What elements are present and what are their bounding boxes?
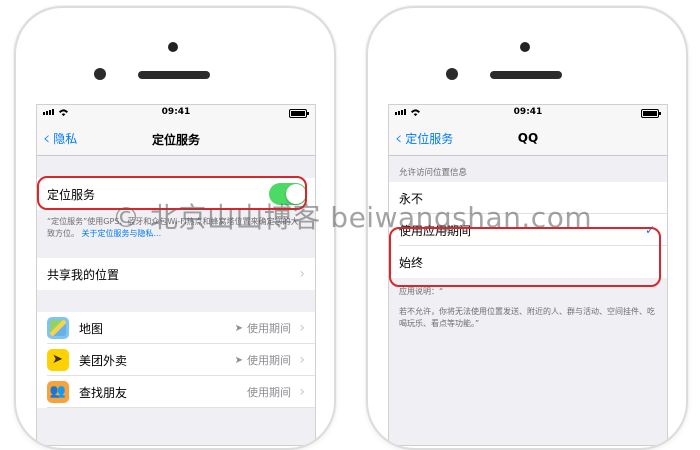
page-title: QQ <box>517 131 539 145</box>
app-description-label: 应用说明：“ <box>399 287 444 296</box>
nav-bar: ‹ 定位服务 QQ <box>389 121 667 156</box>
chevron-right-icon: › <box>299 352 305 368</box>
front-camera <box>520 42 530 52</box>
highlight-options <box>389 227 661 287</box>
app-row-meituan[interactable]: 美团外卖 ➤ 使用期间 › <box>37 344 315 376</box>
proximity-sensor <box>94 68 106 80</box>
find-friends-icon: 👥 <box>47 381 69 403</box>
location-arrow-icon: ➤ <box>234 322 243 334</box>
earpiece-speaker <box>138 71 210 79</box>
app-name: 地图 <box>79 321 104 336</box>
app-permission: 使用期间 <box>247 354 291 367</box>
maps-icon <box>47 317 69 339</box>
app-name: 美团外卖 <box>79 353 128 368</box>
nav-bar: ‹ 隐私 定位服务 <box>37 121 315 156</box>
app-row-find-friends[interactable]: 👥 查找朋友 使用期间 › <box>37 376 315 408</box>
app-permission: 使用期间 <box>247 322 291 335</box>
status-bar: 09:41 <box>389 105 667 121</box>
option-never[interactable]: 永不 <box>389 182 667 214</box>
app-row-maps[interactable]: 地图 ➤ 使用期间 › <box>37 312 315 344</box>
app-name: 查找朋友 <box>79 385 128 400</box>
left-screen: 09:41 ‹ 隐私 定位服务 定位服务 “定位服务”使用GPS、蓝牙和众包Wi… <box>36 104 316 446</box>
share-my-location-label: 共享我的位置 <box>47 267 120 282</box>
battery-icon <box>289 109 309 118</box>
share-my-location-row[interactable]: 共享我的位置 › <box>37 258 315 290</box>
meituan-icon <box>47 349 69 371</box>
chevron-right-icon: › <box>299 384 305 400</box>
page-title: 定位服务 <box>151 133 200 147</box>
explanation-text: 若不允许，你将无法使用位置发送、附近的人、群与活动、空间挂件、吃喝玩乐、看点等功… <box>399 307 655 328</box>
front-camera <box>168 42 178 52</box>
status-bar: 09:41 <box>37 105 315 121</box>
location-footnote: “定位服务”使用GPS、蓝牙和众包Wi-Fi热点和蜂窝塔位置来确定您的大致方位。… <box>37 210 315 246</box>
app-permission: 使用期间 <box>247 386 291 399</box>
left-phone: 09:41 ‹ 隐私 定位服务 定位服务 “定位服务”使用GPS、蓝牙和众包Wi… <box>14 6 336 450</box>
status-time: 09:41 <box>161 107 191 117</box>
section-header: 允许访问位置信息 <box>399 168 468 178</box>
battery-icon <box>641 109 661 118</box>
earpiece-speaker <box>490 71 562 79</box>
option-label: 永不 <box>399 191 424 206</box>
status-time: 09:41 <box>513 107 543 117</box>
location-arrow-icon: ➤ <box>234 354 243 366</box>
chevron-right-icon: › <box>299 266 305 282</box>
highlight-location-services <box>37 176 307 210</box>
proximity-sensor <box>446 68 458 80</box>
chevron-right-icon: › <box>299 320 305 336</box>
privacy-link[interactable]: 关于定位服务与隐私... <box>82 229 162 238</box>
